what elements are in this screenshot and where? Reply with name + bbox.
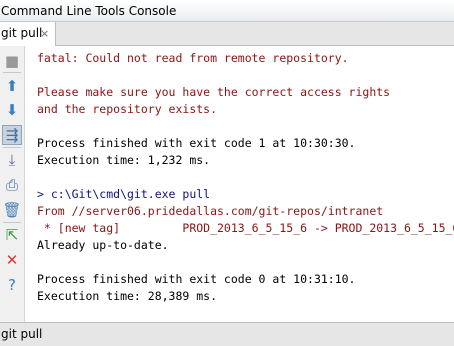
console-line: > c:\Git\cmd\git.exe pull: [37, 187, 211, 201]
window-title: Command Line Tools Console: [0, 0, 454, 22]
tab-label: git pull: [1, 26, 43, 40]
console-line: Already up-to-date.: [37, 238, 169, 252]
console-line: Process finished with exit code 0 at 10:…: [37, 272, 356, 286]
scroll-to-end-icon[interactable]: ⤓: [2, 150, 22, 170]
toolbar-separator: [3, 222, 21, 223]
console-toolbar: ■ ⬆ ⬇ ⇶ ⤓ ⎙ 🗑 ⇱ ✕?: [0, 46, 25, 322]
export-icon[interactable]: ⇱: [2, 225, 22, 245]
command-input[interactable]: git pull: [0, 322, 454, 346]
console-line: * [new tag] PROD_2013_6_5_15_6 -> PROD_2…: [37, 221, 454, 235]
toolbar-separator: [3, 147, 21, 148]
print-icon[interactable]: ⎙: [2, 175, 22, 195]
help-icon[interactable]: ?: [2, 275, 22, 295]
soft-wrap-icon[interactable]: ⇶: [2, 125, 22, 145]
console-line: Process finished with exit code 1 at 10:…: [37, 136, 356, 150]
console-line: fatal: Could not read from remote reposi…: [37, 51, 349, 65]
console-line: Execution time: 1,232 ms.: [37, 153, 211, 167]
arrow-up-icon[interactable]: ⬆: [2, 76, 22, 96]
console-line: Please make sure you have the correct ac…: [37, 85, 391, 99]
tab-git-pull[interactable]: git pull ×: [0, 22, 56, 46]
stop-icon[interactable]: ■: [2, 51, 22, 71]
clear-trash-icon[interactable]: 🗑: [2, 200, 22, 220]
arrow-down-icon[interactable]: ⬇: [2, 100, 22, 120]
toolbar-separator: [3, 72, 21, 73]
console-line: From //server06.pridedallas.com/git-repo…: [37, 204, 384, 218]
console-line: and the repository exists.: [37, 102, 218, 116]
tab-close-icon[interactable]: ×: [40, 22, 49, 45]
console-output[interactable]: fatal: Could not read from remote reposi…: [26, 46, 454, 322]
close-icon[interactable]: ✕: [2, 250, 22, 270]
console-line: Execution time: 28,389 ms.: [37, 289, 218, 303]
tab-bar: git pull ×: [0, 22, 454, 46]
